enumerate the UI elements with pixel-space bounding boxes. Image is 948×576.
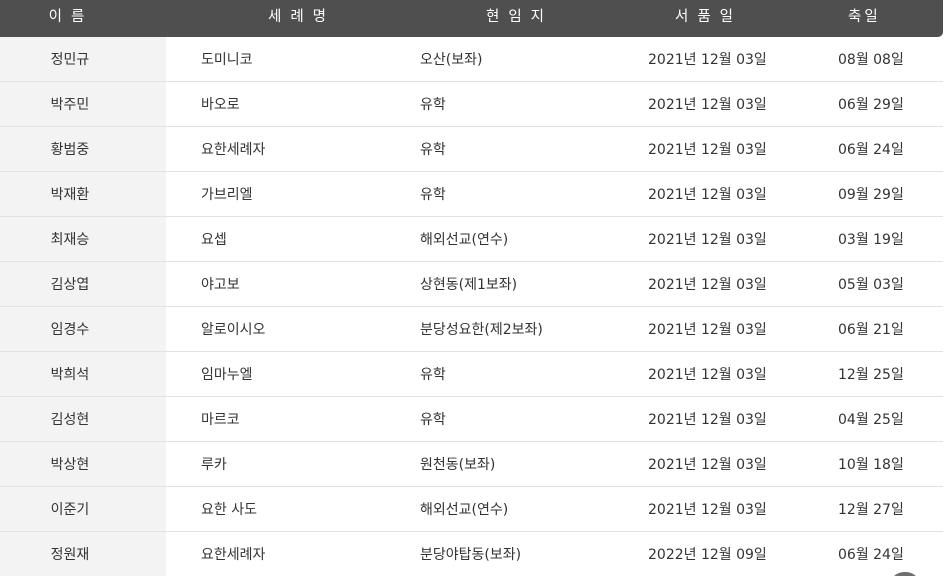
cell-current-post: 해외선교(연수)	[420, 232, 509, 248]
cell-ordination-date: 2021년 12월 03일	[648, 187, 767, 203]
cell-current-post: 상현동(제1보좌)	[420, 277, 518, 293]
cell-baptismal-name: 도미니코	[201, 52, 253, 68]
cell-baptismal-name: 요셉	[201, 232, 227, 248]
cell-name: 김성현	[0, 397, 166, 441]
cell-ordination-date: 2021년 12월 03일	[648, 412, 767, 428]
table-row: 정원재 요한세례자 분당야탑동(보좌) 2022년 12월 09일 06월 24…	[0, 532, 943, 576]
cell-current-post: 분당성요한(제2보좌)	[420, 322, 543, 338]
cell-current-post: 유학	[420, 142, 446, 158]
cell-name: 박재환	[0, 172, 166, 216]
cell-feast-day: 08월 08일	[838, 52, 904, 68]
table-row: 이준기 요한 사도 해외선교(연수) 2021년 12월 03일 12월 27일	[0, 487, 943, 532]
cell-baptismal-name: 야고보	[201, 277, 240, 293]
table-row: 김성현 마르코 유학 2021년 12월 03일 04월 25일	[0, 397, 943, 442]
table-row: 박상현 루카 원천동(보좌) 2021년 12월 03일 10월 18일	[0, 442, 943, 487]
header-ordination-date: 서품일	[675, 9, 743, 25]
cell-ordination-date: 2021년 12월 03일	[648, 457, 767, 473]
cell-ordination-date: 2022년 12월 09일	[648, 547, 767, 563]
cell-feast-day: 06월 24일	[838, 547, 904, 563]
cell-name: 이준기	[0, 487, 166, 531]
table-row: 박주민 바오로 유학 2021년 12월 03일 06월 29일	[0, 82, 943, 127]
header-feast-day: 축일	[848, 9, 881, 25]
cell-baptismal-name: 루카	[201, 457, 227, 473]
cell-baptismal-name: 요한 사도	[201, 502, 257, 518]
header-name: 이름	[48, 9, 94, 25]
cell-current-post: 분당야탑동(보좌)	[420, 547, 522, 563]
cell-current-post: 해외선교(연수)	[420, 502, 509, 518]
cell-feast-day: 12월 27일	[838, 502, 904, 518]
cell-feast-day: 10월 18일	[838, 457, 904, 473]
cell-baptismal-name: 마르코	[201, 412, 240, 428]
table-row: 황범중 요한세례자 유학 2021년 12월 03일 06월 24일	[0, 127, 943, 172]
cell-feast-day: 06월 24일	[838, 142, 904, 158]
cell-baptismal-name: 요한세례자	[201, 142, 266, 158]
cell-feast-day: 06월 29일	[838, 97, 904, 113]
cell-ordination-date: 2021년 12월 03일	[648, 142, 767, 158]
cell-feast-day: 05월 03일	[838, 277, 904, 293]
cell-ordination-date: 2021년 12월 03일	[648, 277, 767, 293]
cell-ordination-date: 2021년 12월 03일	[648, 367, 767, 383]
cell-name: 정민규	[0, 37, 166, 81]
cell-name: 박상현	[0, 442, 166, 486]
cell-current-post: 유학	[420, 97, 446, 113]
priest-list-page: 이름 세례명 현임지 서품일 축일 정민규 도미니코 오산(보좌) 2021년 …	[0, 0, 948, 576]
table-row: 최재승 요셉 해외선교(연수) 2021년 12월 03일 03월 19일	[0, 217, 943, 262]
cell-baptismal-name: 요한세례자	[201, 547, 266, 563]
cell-feast-day: 03월 19일	[838, 232, 904, 248]
cell-ordination-date: 2021년 12월 03일	[648, 322, 767, 338]
cell-name: 박희석	[0, 352, 166, 396]
cell-feast-day: 09월 29일	[838, 187, 904, 203]
cell-name: 최재승	[0, 217, 166, 261]
cell-feast-day: 12월 25일	[838, 367, 904, 383]
cell-baptismal-name: 가브리엘	[201, 187, 253, 203]
cell-baptismal-name: 바오로	[201, 97, 240, 113]
cell-ordination-date: 2021년 12월 03일	[648, 232, 767, 248]
table-row: 정민규 도미니코 오산(보좌) 2021년 12월 03일 08월 08일	[0, 37, 943, 82]
cell-feast-day: 04월 25일	[838, 412, 904, 428]
cell-name: 임경수	[0, 307, 166, 351]
cell-name: 김상엽	[0, 262, 166, 306]
cell-name: 정원재	[0, 532, 166, 576]
header-baptismal-name: 세례명	[268, 9, 336, 25]
priest-table: 이름 세례명 현임지 서품일 축일 정민규 도미니코 오산(보좌) 2021년 …	[0, 0, 943, 576]
cell-name: 황범중	[0, 127, 166, 171]
table-row: 김상엽 야고보 상현동(제1보좌) 2021년 12월 03일 05월 03일	[0, 262, 943, 307]
cell-name: 박주민	[0, 82, 166, 126]
cell-ordination-date: 2021년 12월 03일	[648, 502, 767, 518]
cell-current-post: 오산(보좌)	[420, 52, 483, 68]
cell-feast-day: 06월 21일	[838, 322, 904, 338]
table-row: 박재환 가브리엘 유학 2021년 12월 03일 09월 29일	[0, 172, 943, 217]
cell-current-post: 원천동(보좌)	[420, 457, 496, 473]
cell-current-post: 유학	[420, 367, 446, 383]
table-row: 박희석 임마누엘 유학 2021년 12월 03일 12월 25일	[0, 352, 943, 397]
cell-current-post: 유학	[420, 187, 446, 203]
cell-ordination-date: 2021년 12월 03일	[648, 97, 767, 113]
table-header: 이름 세례명 현임지 서품일 축일	[0, 0, 943, 37]
cell-baptismal-name: 임마누엘	[201, 367, 253, 383]
table-row: 임경수 알로이시오 분당성요한(제2보좌) 2021년 12월 03일 06월 …	[0, 307, 943, 352]
cell-current-post: 유학	[420, 412, 446, 428]
header-current-post: 현임지	[486, 9, 554, 25]
cell-baptismal-name: 알로이시오	[201, 322, 266, 338]
cell-ordination-date: 2021년 12월 03일	[648, 52, 767, 68]
